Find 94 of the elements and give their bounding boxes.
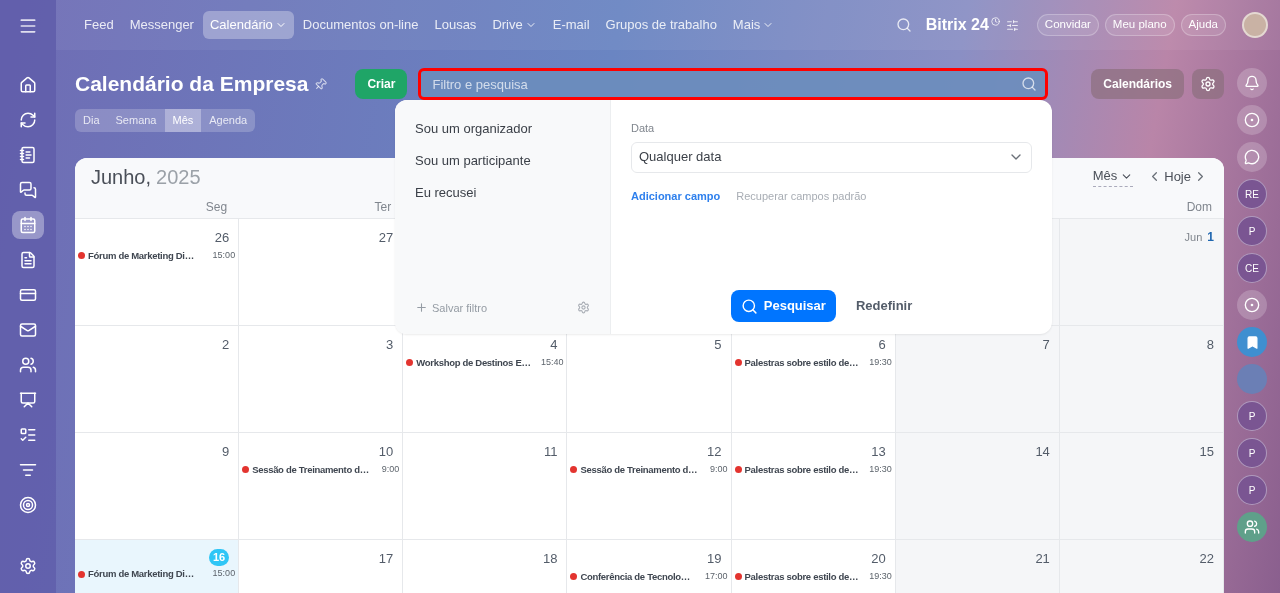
circle-dot-icon — [1244, 112, 1260, 128]
day-number: 11 — [543, 443, 558, 461]
event-time: 19:30 — [869, 569, 892, 583]
clock-icon — [990, 16, 1000, 26]
event-time: 9:00 — [710, 462, 728, 476]
event-title[interactable]: Workshop de Destinos E… — [416, 355, 538, 370]
nav-tab[interactable]: Feed — [77, 11, 121, 39]
event-time: 17:00 — [705, 569, 728, 583]
event-title[interactable]: Sessão de Treinamento d… — [252, 462, 379, 477]
avatar-button[interactable]: P — [1237, 475, 1267, 505]
logo-text: Bitrix 24 — [925, 15, 989, 35]
notification-button[interactable] — [1237, 68, 1267, 98]
day-number: 15 — [1199, 443, 1214, 461]
event-title[interactable]: Fórum de Marketing Di… — [88, 567, 210, 582]
filter-preset[interactable]: Eu recusei — [415, 182, 590, 204]
day-number: 3 — [386, 336, 394, 354]
day-number: 19 — [707, 550, 722, 568]
day-number: 22 — [1199, 550, 1214, 568]
settings-button[interactable] — [1192, 69, 1224, 99]
create-button[interactable]: Criar — [355, 69, 408, 99]
event-time: 15:40 — [540, 355, 564, 369]
avatar-button[interactable]: RE — [1237, 179, 1267, 209]
nav-tab[interactable]: Documentos on-line — [295, 11, 426, 39]
day-number: 18 — [542, 550, 558, 568]
day-number: 13 — [871, 443, 886, 461]
event-time: 15:00 — [212, 567, 236, 581]
event-title[interactable]: Conferência de Tecnolo… — [580, 569, 703, 584]
chat-button[interactable] — [1237, 142, 1267, 172]
day-number: 6 — [878, 336, 886, 354]
day-number: 12 — [707, 443, 722, 461]
event-title[interactable]: Palestras sobre estilo de… — [744, 462, 867, 477]
settings-icon — [1200, 76, 1216, 92]
filter-preset[interactable]: Sou um organizador — [415, 118, 590, 140]
bookmark-icon — [1244, 334, 1260, 350]
event-title[interactable]: Palestras sobre estilo de… — [744, 569, 867, 584]
day-number: 10 — [378, 443, 394, 461]
day-number: 5 — [714, 336, 722, 354]
circle-icon-button[interactable] — [1237, 105, 1267, 135]
reset-button[interactable]: Redefinir — [855, 296, 913, 316]
month-prefix: Jun — [1184, 230, 1203, 245]
event-time: 19:30 — [869, 462, 892, 476]
bell-icon — [1244, 75, 1260, 91]
chat-icon — [1244, 149, 1260, 165]
sliders-icon — [1005, 18, 1019, 32]
page-title: Calendário da Empresa — [75, 71, 309, 98]
search-icon — [895, 17, 912, 33]
event-time: 19:30 — [869, 355, 892, 369]
field-label: Data — [631, 121, 656, 136]
event-time: 15:00 — [212, 248, 236, 262]
day-number: 16 — [208, 549, 230, 566]
day-number: 21 — [1035, 550, 1050, 568]
filter-preset[interactable]: Sou um participante — [415, 150, 590, 172]
circle-dot-icon — [1244, 297, 1260, 313]
day-number: 26 — [214, 229, 230, 247]
day-number: 14 — [1035, 443, 1050, 461]
weekday-label: Seg — [205, 198, 228, 216]
avatar-button[interactable]: P — [1237, 216, 1267, 246]
group-button[interactable] — [1237, 512, 1267, 542]
circle-icon-button[interactable] — [1237, 290, 1267, 320]
year-label: 2025 — [156, 164, 201, 190]
add-field-link[interactable]: Adicionar campo — [631, 187, 721, 204]
event-time: 9:00 — [381, 462, 400, 476]
day-number: 17 — [378, 550, 394, 568]
plus-icon — [415, 301, 428, 315]
weekday-label: Ter — [374, 198, 392, 216]
calendars-button[interactable]: Calendários — [1091, 69, 1184, 99]
day-number: 8 — [1206, 336, 1214, 354]
event-title[interactable]: Fórum de Marketing Di… — [88, 248, 210, 263]
today-button[interactable]: Hoje — [1162, 166, 1193, 187]
search-button[interactable]: Pesquisar — [730, 290, 836, 322]
day-number: 20 — [871, 550, 886, 568]
bookmark-button[interactable] — [1237, 327, 1267, 357]
group-icon — [1244, 519, 1260, 535]
day-number: 7 — [1042, 336, 1050, 354]
nav-tab[interactable]: Drive — [485, 11, 544, 39]
date-select[interactable]: Qualquer data — [631, 141, 1032, 173]
view-dropdown[interactable]: Mês — [1092, 166, 1134, 187]
search-icon — [740, 297, 758, 315]
day-number: 1 — [1207, 229, 1214, 246]
search-field[interactable]: Filtro e pesquisa — [418, 68, 1049, 100]
day-number: 27 — [378, 229, 394, 247]
avatar-button[interactable]: CE — [1237, 253, 1267, 283]
avatar-button[interactable]: P — [1237, 401, 1267, 431]
nav-tab[interactable]: Messenger — [122, 11, 201, 39]
month-label: Junho, — [91, 164, 152, 190]
nav-tab[interactable]: Lousas — [427, 11, 484, 39]
weekday-label: Dom — [1186, 198, 1212, 216]
day-number: 4 — [550, 336, 558, 354]
event-title[interactable]: Sessão de Treinamento d… — [580, 462, 708, 477]
avatar-button[interactable]: P — [1237, 438, 1267, 468]
event-title[interactable]: Palestras sobre estilo de… — [744, 355, 867, 370]
day-number: 9 — [221, 443, 230, 461]
day-number: 2 — [221, 336, 230, 354]
calendar-icon[interactable] — [12, 211, 44, 239]
